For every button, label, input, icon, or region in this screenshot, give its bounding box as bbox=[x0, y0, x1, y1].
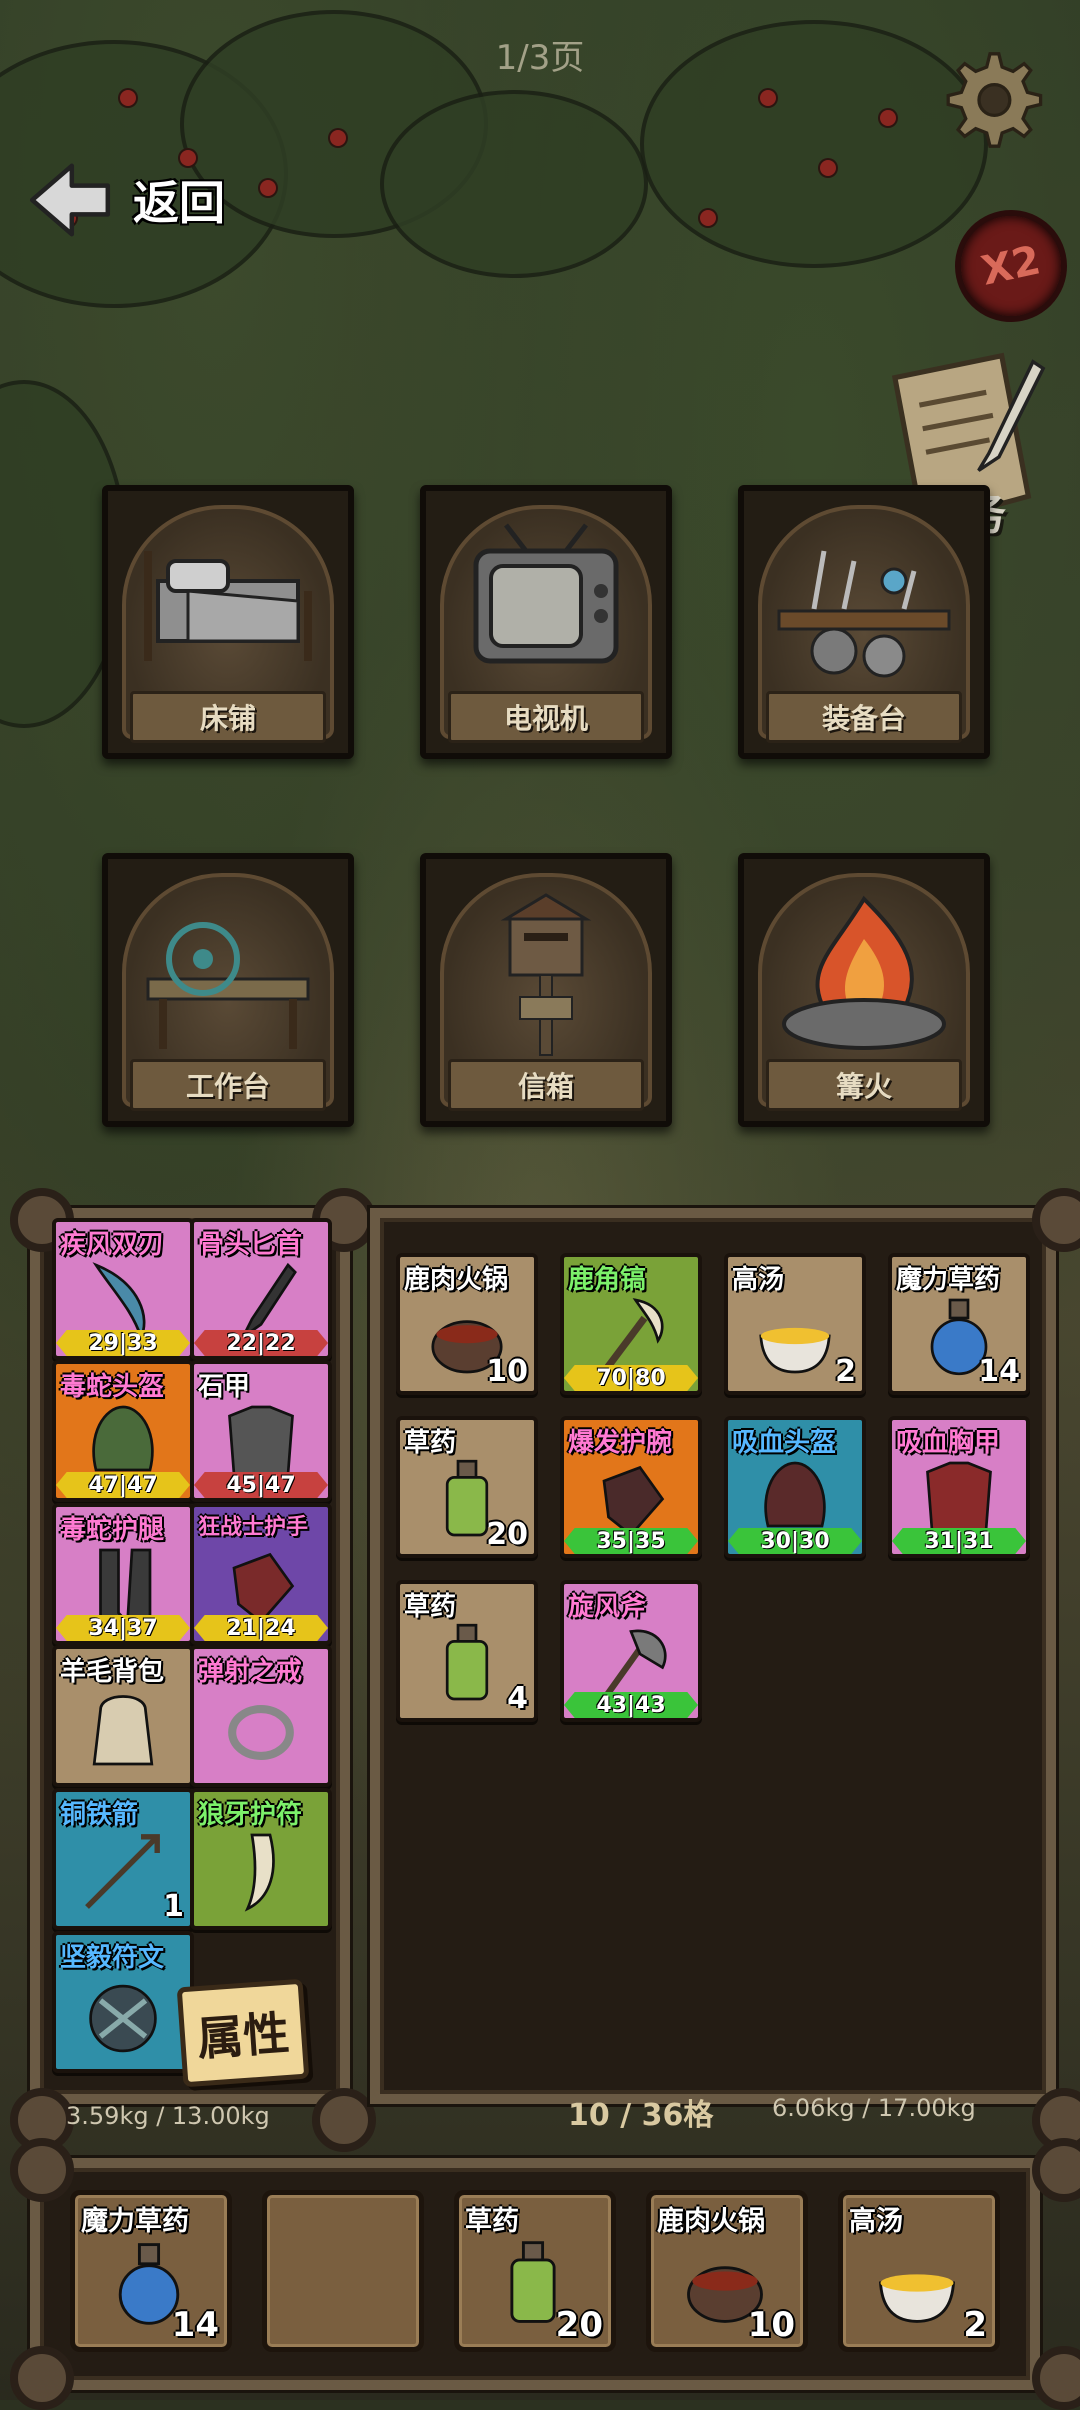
backpack-slot[interactable]: 鹿角镐 70|80 bbox=[560, 1253, 702, 1395]
bed-icon bbox=[144, 551, 312, 661]
gear-icon[interactable] bbox=[935, 45, 1045, 155]
ring-icon bbox=[228, 1705, 294, 1760]
hotbar-slot-empty[interactable] bbox=[262, 2190, 424, 2352]
station-label: 信箱 bbox=[448, 1059, 644, 1111]
equipped-slot[interactable]: 毒蛇护腿 34|37 bbox=[52, 1503, 194, 1645]
hotbar-slot[interactable]: 高汤 2 bbox=[838, 2190, 1000, 2352]
back-button[interactable]: 返回 bbox=[25, 155, 225, 245]
arrow-icon bbox=[85, 1834, 160, 1909]
wool-backpack-icon bbox=[92, 1695, 154, 1766]
back-label: 返回 bbox=[133, 176, 225, 230]
hotbar-slot[interactable]: 草药 20 bbox=[454, 2190, 616, 2352]
equipped-slot[interactable]: 坚毅符文 bbox=[52, 1931, 194, 2073]
hotbar-slot[interactable]: 鹿肉火锅 10 bbox=[646, 2190, 808, 2352]
backpack-slot[interactable]: 旋风斧 43|43 bbox=[560, 1580, 702, 1722]
equipped-slot[interactable]: 狼牙护符 bbox=[190, 1788, 332, 1930]
equipped-slot[interactable]: 狂战士护手 21|24 bbox=[190, 1503, 332, 1645]
station-workbench[interactable]: 工作台 bbox=[102, 853, 354, 1127]
station-mailbox[interactable]: 信箱 bbox=[420, 853, 672, 1127]
durability-bar: 30|30 bbox=[728, 1528, 862, 1554]
durability-bar: 47|47 bbox=[56, 1472, 190, 1498]
station-campfire[interactable]: 篝火 bbox=[738, 853, 990, 1127]
equipped-slot[interactable]: 弹射之戒 bbox=[190, 1645, 332, 1787]
durability-bar: 22|22 bbox=[194, 1330, 328, 1356]
fang-amulet-icon bbox=[244, 1833, 275, 1912]
backpack-capacity: 10 / 36格 bbox=[568, 2098, 714, 2133]
equipped-slot[interactable]: 石甲 45|47 bbox=[190, 1360, 332, 1502]
backpack-slot[interactable]: 鹿肉火锅 10 bbox=[396, 1253, 538, 1395]
station-label: 篝火 bbox=[766, 1059, 962, 1111]
attributes-button[interactable]: 属性 bbox=[176, 1978, 310, 2088]
backpack-weight: 6.06kg / 17.00kg bbox=[772, 2094, 976, 2122]
station-label: 电视机 bbox=[448, 691, 644, 743]
hotbar-slot[interactable]: 魔力草药 14 bbox=[70, 2190, 232, 2352]
backpack-slot[interactable]: 爆发护腕 35|35 bbox=[560, 1416, 702, 1558]
broth-bowl-icon bbox=[759, 1327, 831, 1374]
mailbox-icon bbox=[500, 893, 592, 1056]
station-equipment-table[interactable]: 装备台 bbox=[738, 485, 990, 759]
durability-bar: 34|37 bbox=[56, 1615, 190, 1641]
equipped-slot[interactable]: 羊毛背包 bbox=[52, 1645, 194, 1787]
page-indicator: 1/3页 bbox=[495, 38, 585, 78]
station-label: 床铺 bbox=[130, 691, 326, 743]
durability-bar: 35|35 bbox=[564, 1528, 698, 1554]
rope-knot bbox=[312, 2088, 376, 2152]
rope-knot bbox=[10, 2138, 74, 2202]
equipped-slot[interactable]: 铜铁箭 1 bbox=[52, 1788, 194, 1930]
herb-potion-icon bbox=[445, 1623, 489, 1701]
back-arrow-icon bbox=[29, 163, 111, 237]
rune-icon bbox=[89, 1984, 157, 2053]
durability-bar: 70|80 bbox=[564, 1365, 698, 1391]
workbench-icon bbox=[146, 922, 310, 1049]
equipped-slot[interactable]: 毒蛇头盔 47|47 bbox=[52, 1360, 194, 1502]
station-tv[interactable]: 电视机 bbox=[420, 485, 672, 759]
campfire-icon bbox=[782, 895, 946, 1050]
durability-bar: 29|33 bbox=[56, 1330, 190, 1356]
durability-bar: 43|43 bbox=[564, 1692, 698, 1718]
backpack-slot[interactable]: 草药 4 bbox=[396, 1580, 538, 1722]
equipment-table-icon bbox=[777, 550, 951, 678]
durability-bar: 31|31 bbox=[892, 1528, 1026, 1554]
equipped-weight: 3.59kg / 13.00kg bbox=[66, 2102, 270, 2130]
backpack-slot[interactable]: 魔力草药 14 bbox=[888, 1253, 1030, 1395]
equipped-slot[interactable]: 疾风双刃 29|33 bbox=[52, 1218, 194, 1360]
rope-knot bbox=[10, 2346, 74, 2410]
equipped-slot[interactable]: 骨头匕首 22|22 bbox=[190, 1218, 332, 1360]
station-label: 装备台 bbox=[766, 691, 962, 743]
tv-icon bbox=[473, 523, 619, 664]
durability-bar: 21|24 bbox=[194, 1615, 328, 1641]
station-label: 工作台 bbox=[130, 1059, 326, 1111]
backpack-slot[interactable]: 高汤 2 bbox=[724, 1253, 866, 1395]
backpack-slot[interactable]: 草药 20 bbox=[396, 1416, 538, 1558]
backpack-slot[interactable]: 吸血胸甲 31|31 bbox=[888, 1416, 1030, 1558]
durability-bar: 45|47 bbox=[194, 1472, 328, 1498]
station-bed[interactable]: 床铺 bbox=[102, 485, 354, 759]
backpack-slot[interactable]: 吸血头盔 30|30 bbox=[724, 1416, 866, 1558]
broth-bowl-icon bbox=[878, 2274, 956, 2323]
